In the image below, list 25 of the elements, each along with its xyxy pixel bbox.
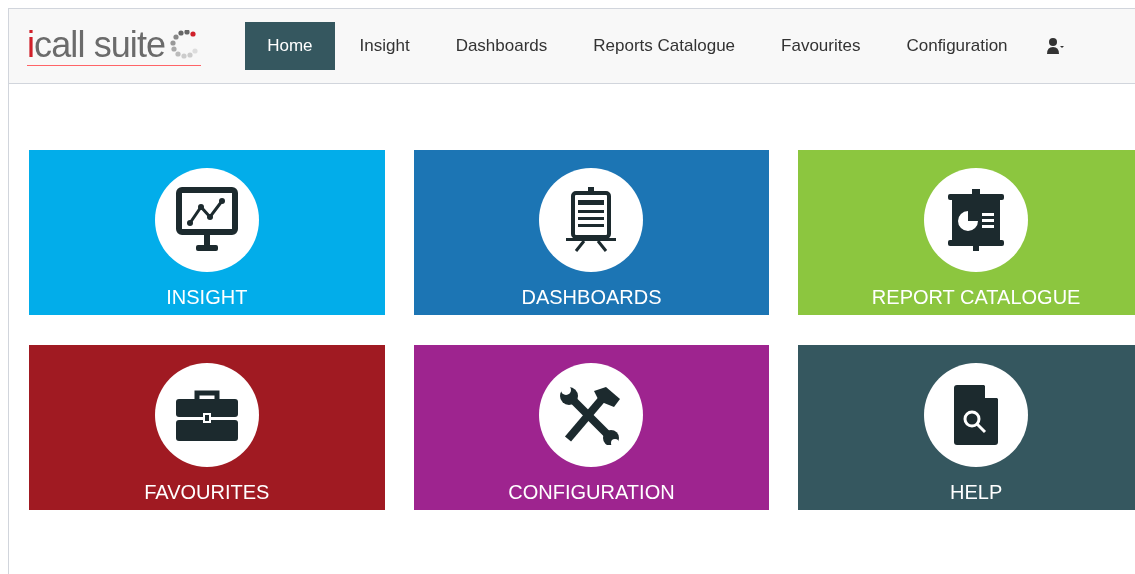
user-icon: [1046, 38, 1065, 54]
nav-tab[interactable]: Configuration: [883, 22, 1031, 70]
tile-label: HELP: [950, 480, 1003, 505]
briefcase-icon: [175, 389, 238, 441]
nav-tab[interactable]: Home: [245, 22, 335, 70]
tile[interactable]: DASHBOARDS: [413, 150, 770, 315]
tile[interactable]: CONFIGURATION: [413, 345, 770, 510]
nav-tab[interactable]: Insight: [336, 22, 433, 70]
chart-screen-icon: [175, 187, 238, 253]
tile-label: FAVOURITES: [144, 480, 270, 505]
tile[interactable]: FAVOURITES: [29, 345, 385, 510]
tools-icon: [560, 385, 623, 445]
user-menu-button[interactable]: [1046, 38, 1065, 54]
tile-label: DASHBOARDS: [521, 285, 662, 310]
tile[interactable]: HELP: [798, 345, 1135, 510]
tile-label: CONFIGURATION: [508, 480, 675, 505]
nav-tab[interactable]: Dashboards: [432, 22, 571, 70]
tile-label: REPORT CATALOGUE: [871, 285, 1081, 310]
document-search-icon: [954, 385, 999, 445]
tile-label: INSIGHT: [166, 285, 248, 310]
nav-tab[interactable]: Favourites: [758, 22, 884, 70]
presentation-icon: [948, 189, 1005, 251]
logo-text: icall suite: [27, 26, 166, 63]
easel-board-icon: [566, 187, 617, 253]
nav-tab[interactable]: Reports Catalogue: [570, 22, 759, 70]
